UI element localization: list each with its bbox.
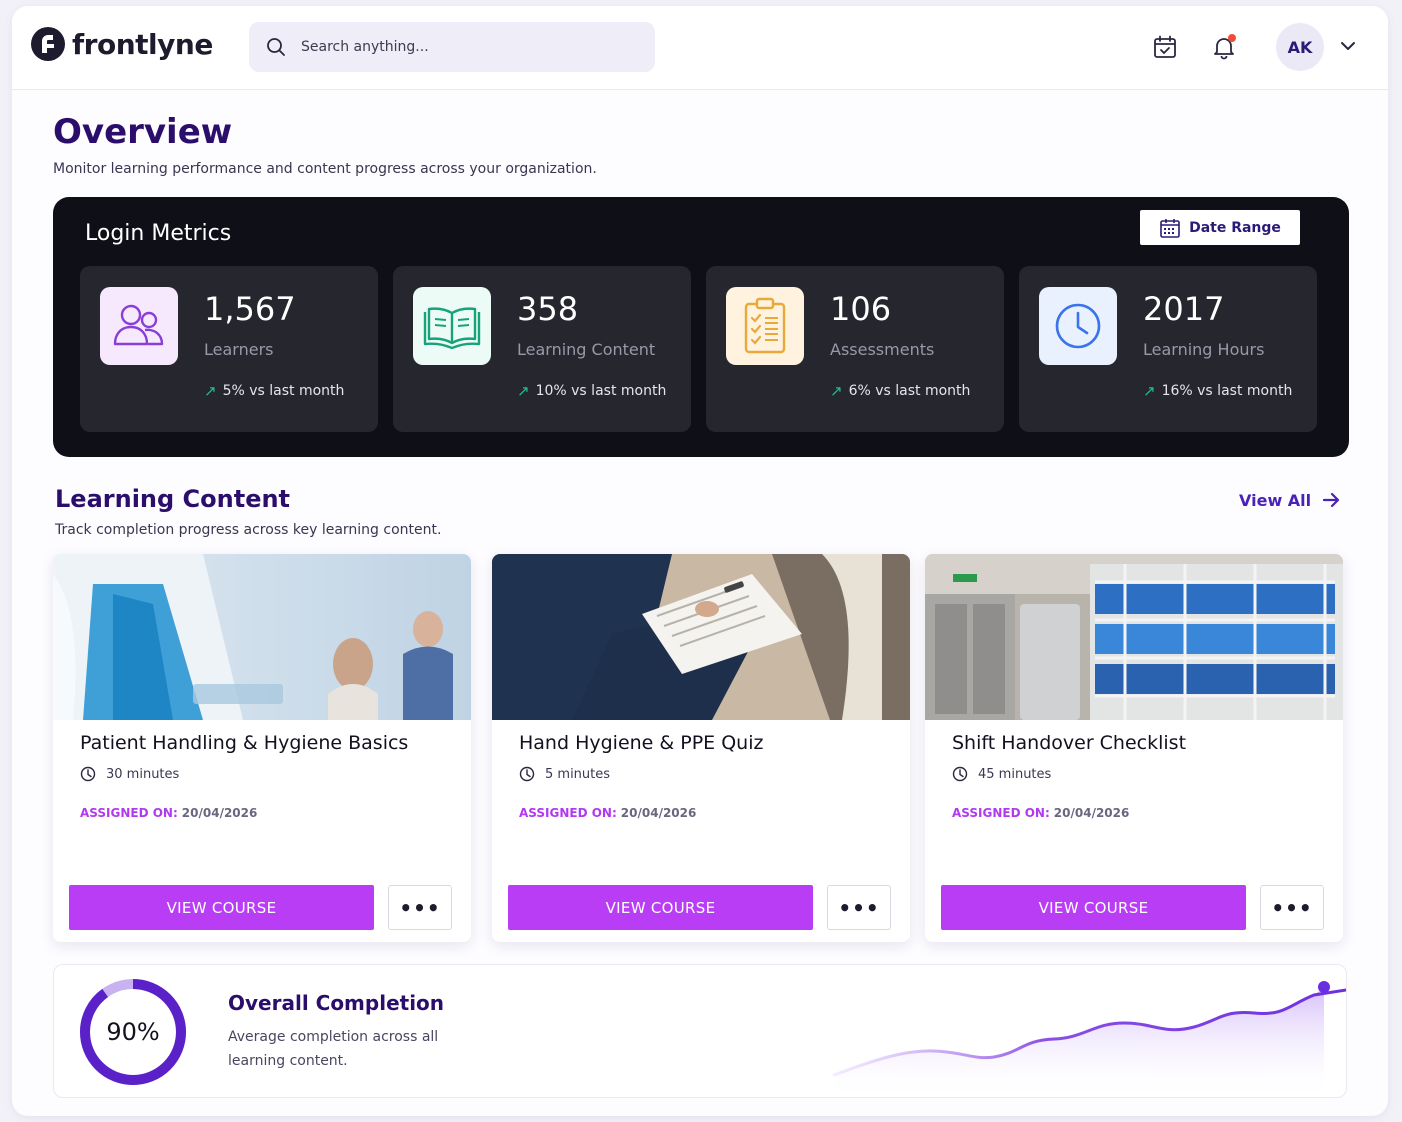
search-icon xyxy=(267,38,285,56)
course-assigned: ASSIGNED ON: 20/04/2026 xyxy=(519,806,696,820)
view-course-button[interactable]: VIEW COURSE xyxy=(69,885,374,930)
metric-label: Learning Hours xyxy=(1143,340,1265,359)
course-title: Hand Hygiene & PPE Quiz xyxy=(519,732,764,754)
metric-trend: ↗ 10% vs last month xyxy=(517,382,666,400)
metric-trend: ↗ 5% vs last month xyxy=(204,382,344,400)
avatar[interactable]: AK xyxy=(1276,23,1324,71)
assigned-date: 20/04/2026 xyxy=(1053,806,1130,820)
completion-title: Overall Completion xyxy=(228,991,445,1015)
metric-value: 106 xyxy=(830,290,892,328)
metric-card-learning-content: 358 Learning Content ↗ 10% vs last month xyxy=(393,266,691,432)
course-title: Patient Handling & Hygiene Basics xyxy=(80,732,409,754)
metric-value: 2017 xyxy=(1143,290,1225,328)
course-duration: 45 minutes xyxy=(952,766,1051,782)
metric-trend-text: 16% vs last month xyxy=(1161,383,1293,399)
metric-card-learners: 1,567 Learners ↗ 5% vs last month xyxy=(80,266,378,432)
metric-trend: ↗ 16% vs last month xyxy=(1143,382,1292,400)
course-duration-text: 30 minutes xyxy=(106,766,180,782)
more-options-button[interactable]: ••• xyxy=(1260,885,1324,930)
view-all-label: View All xyxy=(1239,490,1312,510)
clock-icon xyxy=(1055,303,1101,349)
clock-icon xyxy=(519,766,535,782)
metric-trend: ↗ 6% vs last month xyxy=(830,382,970,400)
metric-icon-box xyxy=(100,287,178,365)
assigned-label: ASSIGNED ON: xyxy=(952,806,1050,820)
trend-up-icon: ↗ xyxy=(204,382,217,400)
users-icon xyxy=(113,304,164,346)
notifications-button[interactable] xyxy=(1209,32,1239,62)
view-course-button[interactable]: VIEW COURSE xyxy=(941,885,1246,930)
chevron-down-icon xyxy=(1341,42,1355,50)
assigned-date: 20/04/2026 xyxy=(181,806,258,820)
search-input[interactable] xyxy=(301,39,621,55)
frontlyne-logo-icon xyxy=(31,27,65,61)
course-assigned: ASSIGNED ON: 20/04/2026 xyxy=(80,806,257,820)
learning-content-title: Learning Content xyxy=(55,485,291,513)
completion-value: 90% xyxy=(106,1018,160,1046)
course-duration: 30 minutes xyxy=(80,766,179,782)
metric-icon-box xyxy=(413,287,491,365)
course-duration: 5 minutes xyxy=(519,766,610,782)
clock-icon xyxy=(80,766,96,782)
clock-icon xyxy=(952,766,968,782)
calendar-button[interactable] xyxy=(1150,32,1180,62)
more-options-button[interactable]: ••• xyxy=(827,885,891,930)
more-options-button[interactable]: ••• xyxy=(388,885,452,930)
sparkline-endpoint xyxy=(1318,981,1330,993)
course-image-supply-room xyxy=(925,554,1343,720)
view-course-button[interactable]: VIEW COURSE xyxy=(508,885,813,930)
course-image-doctor xyxy=(53,554,471,720)
top-header: frontlyne AK xyxy=(12,6,1388,90)
course-duration-text: 45 minutes xyxy=(978,766,1052,782)
logo-text: frontlyne xyxy=(72,27,213,61)
metric-label: Learners xyxy=(204,340,274,359)
page-title: Overview xyxy=(53,112,233,152)
metric-label: Learning Content xyxy=(517,340,656,359)
metric-label: Assessments xyxy=(830,340,935,359)
metric-card-assessments: 106 Assessments ↗ 6% vs last month xyxy=(706,266,1004,432)
metric-value: 358 xyxy=(517,290,579,328)
metric-icon-box xyxy=(726,287,804,365)
calendar-check-icon xyxy=(1154,35,1176,58)
logo[interactable]: frontlyne xyxy=(30,26,213,62)
arrow-right-icon xyxy=(1323,492,1340,508)
course-card: Patient Handling & Hygiene Basics 30 min… xyxy=(53,554,471,942)
metric-trend-text: 6% vs last month xyxy=(848,383,971,399)
metric-trend-text: 5% vs last month xyxy=(222,383,345,399)
assigned-date: 20/04/2026 xyxy=(620,806,697,820)
metric-card-learning-hours: 2017 Learning Hours ↗ 16% vs last month xyxy=(1019,266,1317,432)
assigned-label: ASSIGNED ON: xyxy=(80,806,178,820)
login-metrics-panel: Login Metrics Date Range 1,567 Learners … xyxy=(53,197,1349,457)
course-card: Shift Handover Checklist 45 minutes ASSI… xyxy=(925,554,1343,942)
course-image-clipboard xyxy=(492,554,910,720)
completion-subtitle: Average completion across all learning c… xyxy=(228,1029,439,1069)
course-duration-text: 5 minutes xyxy=(545,766,611,782)
date-range-label: Date Range xyxy=(1189,219,1281,236)
calendar-grid-icon xyxy=(1160,218,1180,238)
app-frame: frontlyne AK xyxy=(12,6,1388,1116)
completion-trend-sparkline xyxy=(832,981,1346,1097)
view-all-link[interactable]: View All xyxy=(1239,490,1341,510)
course-assigned: ASSIGNED ON: 20/04/2026 xyxy=(952,806,1129,820)
trend-up-icon: ↗ xyxy=(1143,382,1156,400)
metrics-title: Login Metrics xyxy=(85,221,232,246)
metric-icon-box xyxy=(1039,287,1117,365)
book-icon xyxy=(423,307,481,349)
trend-up-icon: ↗ xyxy=(830,382,843,400)
date-range-button[interactable]: Date Range xyxy=(1140,210,1300,245)
metric-trend-text: 10% vs last month xyxy=(535,383,667,399)
page-subtitle: Monitor learning performance and content… xyxy=(53,161,597,177)
metric-value: 1,567 xyxy=(204,290,296,328)
account-menu-toggle[interactable] xyxy=(1338,36,1358,60)
trend-up-icon: ↗ xyxy=(517,382,530,400)
overall-completion-panel: 90% Overall Completion Average completio… xyxy=(53,964,1347,1098)
clipboard-icon xyxy=(744,297,786,354)
course-card: Hand Hygiene & PPE Quiz 5 minutes ASSIGN… xyxy=(492,554,910,942)
course-title: Shift Handover Checklist xyxy=(952,732,1187,754)
notification-dot xyxy=(1228,34,1236,42)
search-bar[interactable] xyxy=(249,22,655,72)
learning-content-subtitle: Track completion progress across key lea… xyxy=(55,522,442,538)
assigned-label: ASSIGNED ON: xyxy=(519,806,617,820)
